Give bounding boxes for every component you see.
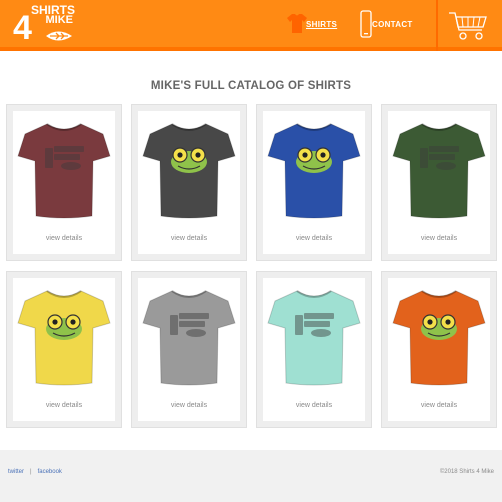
view-details-link[interactable]: view details [388, 402, 490, 409]
view-details-link[interactable]: view details [263, 402, 365, 409]
product-card[interactable]: view details [6, 271, 122, 428]
tshirt-icon[interactable] [286, 12, 308, 34]
tshirt-image[interactable] [142, 283, 236, 393]
product-card-inner: view details [388, 278, 490, 421]
product-card-inner: view details [263, 111, 365, 254]
tshirt-image[interactable] [267, 283, 361, 393]
nav-link-contact[interactable]: CONTACT [372, 20, 413, 29]
facebook-link[interactable]: facebook [38, 469, 62, 475]
view-details-link[interactable]: view details [138, 402, 240, 409]
twitter-link[interactable]: twitter [8, 469, 24, 475]
product-card-inner: view details [388, 111, 490, 254]
product-card[interactable]: view details [256, 271, 372, 428]
product-card[interactable]: view details [381, 271, 497, 428]
nav-link-shirts[interactable]: SHIRTS [306, 20, 337, 29]
view-details-link[interactable]: view details [263, 235, 365, 242]
product-card[interactable]: view details [381, 104, 497, 261]
site-header: 4 SHIRTS MIKE SHIRTS CONTACT [0, 0, 502, 51]
tshirt-image[interactable] [392, 116, 486, 226]
view-details-link[interactable]: view details [13, 235, 115, 242]
product-card[interactable]: view details [131, 271, 247, 428]
product-card-inner: view details [138, 111, 240, 254]
product-card-inner: view details [263, 278, 365, 421]
product-card[interactable]: view details [256, 104, 372, 261]
product-card-inner: view details [13, 278, 115, 421]
copyright-text: ©2018 Shirts 4 Mike [439, 469, 494, 475]
social-links: twitter | facebook [8, 469, 62, 475]
tshirt-image[interactable] [17, 116, 111, 226]
tshirt-image[interactable] [142, 116, 236, 226]
view-details-link[interactable]: view details [138, 235, 240, 242]
footer-separator: | [30, 469, 32, 475]
page-title: MIKE'S FULL CATALOG OF SHIRTS [150, 80, 352, 92]
tshirt-image[interactable] [392, 283, 486, 393]
site-footer: twitter | facebook ©2018 Shirts 4 Mike [0, 450, 502, 502]
view-details-link[interactable]: view details [388, 235, 490, 242]
view-details-link[interactable]: view details [13, 402, 115, 409]
product-card[interactable]: view details [131, 104, 247, 261]
tshirt-image[interactable] [267, 116, 361, 226]
shopping-cart-icon [449, 12, 487, 40]
cart-button[interactable] [436, 0, 502, 51]
phone-icon[interactable] [360, 10, 372, 38]
product-card[interactable]: view details [6, 104, 122, 261]
product-card-inner: view details [138, 278, 240, 421]
product-card-inner: view details [13, 111, 115, 254]
leaf-icon [46, 31, 72, 41]
tshirt-image[interactable] [17, 283, 111, 393]
product-grid: view details view details view details view… [6, 104, 497, 429]
site-logo[interactable]: 4 SHIRTS MIKE [13, 4, 75, 45]
